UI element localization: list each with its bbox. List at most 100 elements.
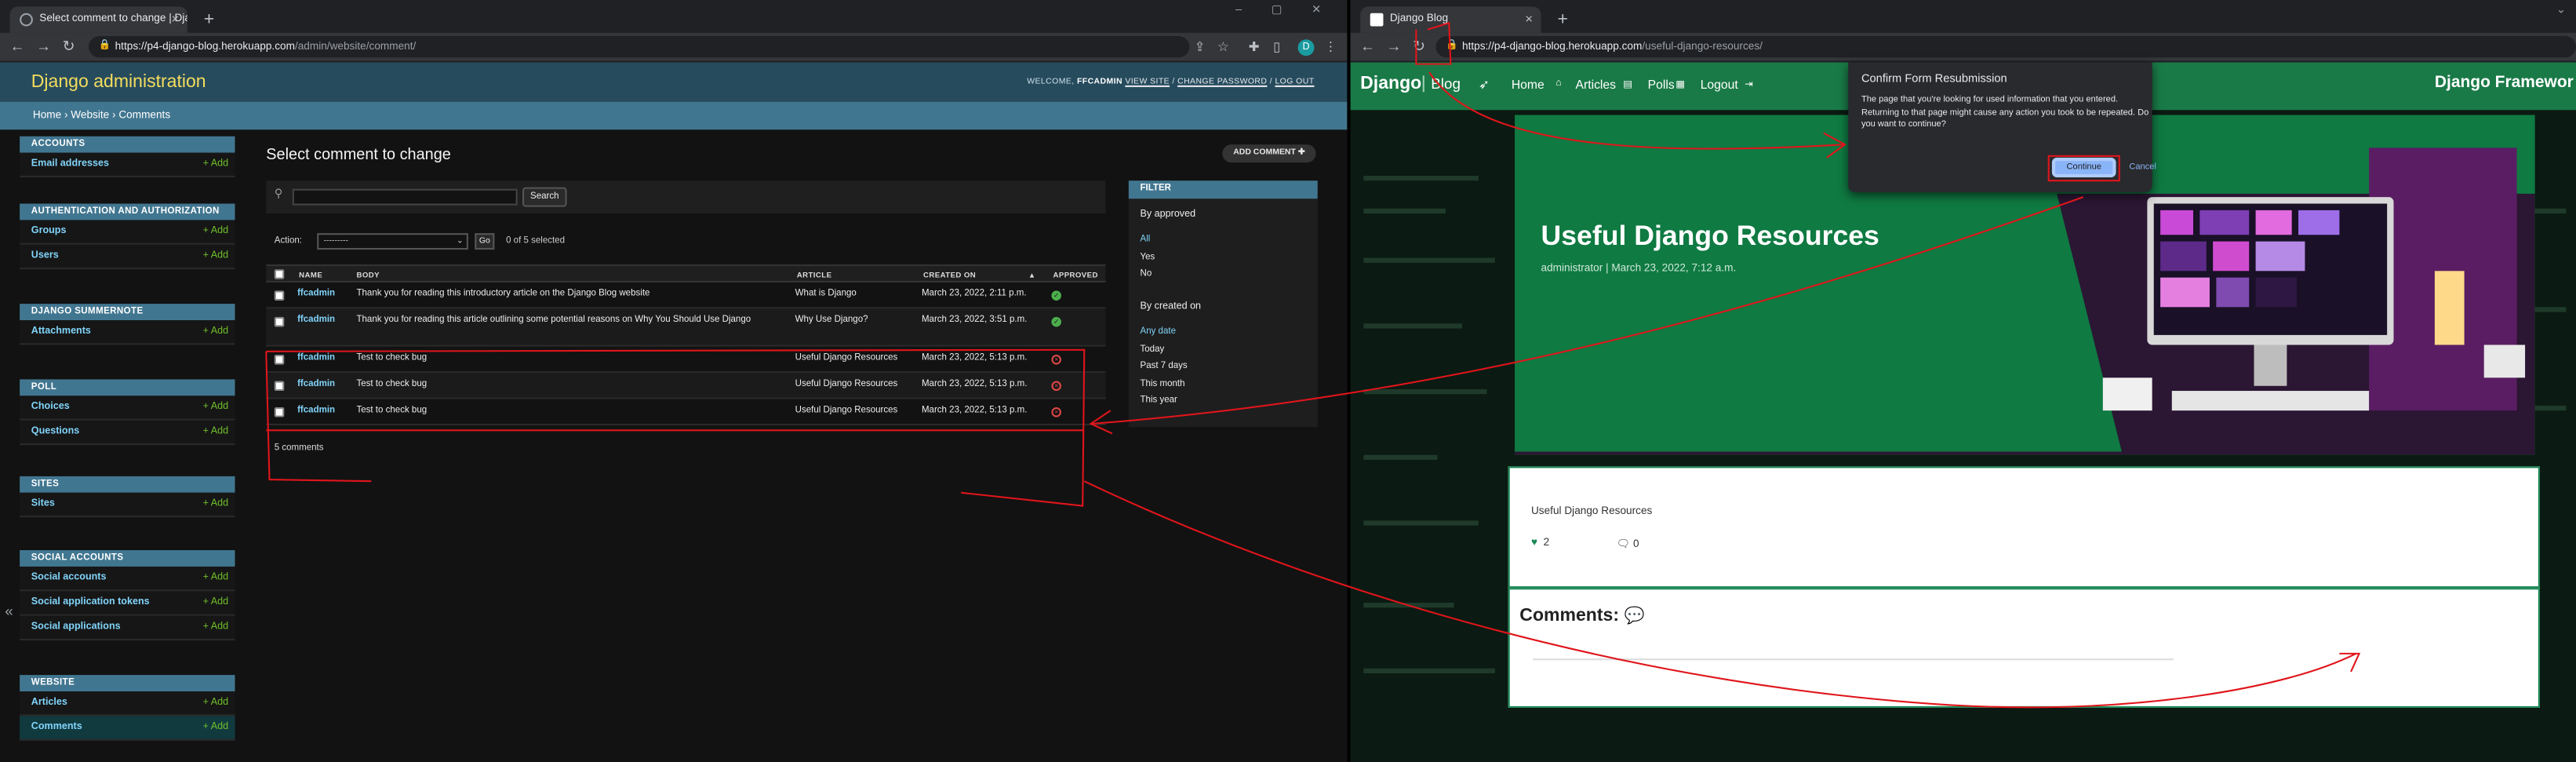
sidebar-item-label[interactable]: Users bbox=[31, 251, 59, 261]
left-active-tab[interactable]: Select comment to change | Dja… × bbox=[9, 6, 187, 33]
nav-polls[interactable]: Polls bbox=[1648, 77, 1675, 92]
change-password-link[interactable]: CHANGE PASSWORD bbox=[1177, 77, 1267, 87]
filter-option[interactable]: Past 7 days bbox=[1141, 361, 1188, 371]
nav-articles[interactable]: Articles bbox=[1576, 77, 1617, 92]
search-button[interactable]: Search bbox=[522, 187, 567, 207]
reload-icon[interactable]: ↻ bbox=[63, 33, 75, 61]
forward-icon[interactable]: → bbox=[36, 33, 51, 61]
col-approved[interactable]: APPROVED bbox=[1053, 271, 1098, 279]
star-icon[interactable]: ☆ bbox=[1217, 33, 1229, 61]
tab-search-icon[interactable]: ⌄ bbox=[2556, 3, 2576, 16]
row-checkbox[interactable] bbox=[274, 290, 285, 301]
heart-icon[interactable]: ♥ bbox=[1531, 537, 1537, 549]
sidebar-item-label[interactable]: Social accounts bbox=[31, 573, 107, 583]
add-link[interactable]: + Add bbox=[203, 493, 229, 517]
comment-author-link[interactable]: ffcadmin bbox=[297, 315, 335, 326]
sidebar-item-label[interactable]: Questions bbox=[31, 427, 79, 437]
nav-logout[interactable]: Logout bbox=[1701, 77, 1738, 92]
row-checkbox[interactable] bbox=[274, 381, 285, 392]
sidebar-module-caption[interactable]: SOCIAL ACCOUNTS bbox=[20, 550, 235, 567]
sidebar-item-label[interactable]: Choices bbox=[31, 403, 70, 413]
cancel-button[interactable]: Cancel bbox=[2129, 158, 2156, 177]
sidebar-item[interactable]: Users + Add bbox=[20, 244, 235, 270]
sidebar-item[interactable]: Articles + Add bbox=[20, 691, 235, 716]
blog-brand-sub[interactable]: Blog bbox=[1422, 75, 1461, 93]
col-name[interactable]: NAME bbox=[299, 271, 322, 279]
row-checkbox[interactable] bbox=[274, 407, 285, 417]
right-active-tab[interactable]: Django Blog × bbox=[1360, 6, 1541, 33]
sidebar-module-caption[interactable]: SITES bbox=[20, 476, 235, 493]
add-link[interactable]: + Add bbox=[203, 616, 229, 640]
new-tab-button[interactable]: + bbox=[204, 6, 214, 32]
reload-icon[interactable]: ↻ bbox=[1413, 33, 1425, 61]
back-icon[interactable]: ← bbox=[1360, 33, 1375, 61]
sidebar-module-caption[interactable]: POLL bbox=[20, 379, 235, 396]
sidebar-item[interactable]: Questions + Add bbox=[20, 420, 235, 446]
sidebar-module-caption[interactable]: AUTHENTICATION AND AUTHORIZATION bbox=[20, 203, 235, 221]
go-button[interactable]: Go bbox=[475, 233, 495, 250]
menu-icon[interactable]: ⋮ bbox=[1324, 33, 1337, 61]
continue-button[interactable]: Continue bbox=[2051, 157, 2116, 178]
search-input[interactable] bbox=[292, 188, 518, 206]
sidebar-item[interactable]: Social applications + Add bbox=[20, 615, 235, 641]
extensions-icon[interactable]: ✚ bbox=[1249, 33, 1260, 61]
view-site-link[interactable]: VIEW SITE bbox=[1125, 77, 1170, 87]
sidepanel-icon[interactable]: ▯ bbox=[1273, 33, 1280, 61]
filter-option[interactable]: Today bbox=[1141, 345, 1165, 355]
add-link[interactable]: + Add bbox=[203, 396, 229, 420]
sidebar-item-label[interactable]: Social application tokens bbox=[31, 598, 150, 608]
row-checkbox[interactable] bbox=[274, 355, 285, 365]
add-link[interactable]: + Add bbox=[203, 153, 229, 177]
sidebar-item[interactable]: Comments + Add bbox=[20, 716, 235, 741]
sidebar-item-label[interactable]: Attachments bbox=[31, 326, 91, 337]
sidebar-module-caption[interactable]: DJANGO SUMMERNOTE bbox=[20, 304, 235, 321]
add-link[interactable]: + Add bbox=[203, 716, 229, 740]
collapse-sidebar-icon[interactable]: « bbox=[5, 603, 13, 619]
add-link[interactable]: + Add bbox=[203, 320, 229, 345]
col-created-on[interactable]: CREATED ON bbox=[923, 271, 976, 279]
select-all-checkbox[interactable] bbox=[274, 269, 285, 279]
comment-author-link[interactable]: ffcadmin bbox=[297, 379, 335, 389]
filter-option[interactable]: Yes bbox=[1141, 253, 1155, 263]
add-link[interactable]: + Add bbox=[203, 421, 229, 445]
sidebar-module-caption[interactable]: WEBSITE bbox=[20, 675, 235, 692]
breadcrumb[interactable]: Home › Website › Comments bbox=[0, 101, 1348, 130]
col-body[interactable]: BODY bbox=[356, 271, 379, 279]
filter-option[interactable]: Any date bbox=[1141, 326, 1176, 337]
forward-icon[interactable]: → bbox=[1387, 33, 1402, 61]
sidebar-item-label[interactable]: Groups bbox=[31, 227, 67, 237]
sidebar-item[interactable]: Groups + Add bbox=[20, 220, 235, 245]
sidebar-item[interactable]: Social accounts + Add bbox=[20, 566, 235, 592]
sidebar-item-label[interactable]: Comments bbox=[31, 723, 82, 733]
row-checkbox[interactable] bbox=[274, 316, 285, 327]
right-address-bar[interactable]: 🔒 https://p4-django-blog.herokuapp.com/u… bbox=[1435, 36, 2576, 58]
sidebar-item-label[interactable]: Social applications bbox=[31, 622, 121, 633]
back-icon[interactable]: ← bbox=[10, 33, 25, 61]
profile-avatar[interactable]: D bbox=[1297, 39, 1315, 57]
sidebar-item-label[interactable]: Articles bbox=[31, 698, 67, 708]
sidebar-item[interactable]: Social application tokens + Add bbox=[20, 591, 235, 616]
close-tab-icon[interactable]: × bbox=[172, 6, 180, 32]
sidebar-item-label[interactable]: Sites bbox=[31, 499, 55, 509]
blog-brand[interactable]: Django bbox=[1360, 74, 1421, 93]
add-comment-button[interactable]: ADD COMMENT ✚ bbox=[1222, 144, 1316, 163]
add-link[interactable]: + Add bbox=[203, 220, 229, 244]
sidebar-item-label[interactable]: Email addresses bbox=[31, 159, 109, 170]
filter-option[interactable]: This month bbox=[1141, 379, 1185, 389]
add-link[interactable]: + Add bbox=[203, 245, 229, 269]
admin-brand[interactable]: Django administration bbox=[31, 72, 206, 92]
comment-author-link[interactable]: ffcadmin bbox=[297, 289, 335, 299]
close-tab-icon[interactable]: × bbox=[1525, 6, 1533, 32]
col-article[interactable]: ARTICLE bbox=[797, 271, 832, 279]
sidebar-item[interactable]: Email addresses + Add bbox=[20, 152, 235, 178]
filter-option[interactable]: This year bbox=[1141, 396, 1177, 406]
window-controls[interactable]: – ▢ ✕ bbox=[1235, 3, 1334, 16]
comment-author-link[interactable]: ffcadmin bbox=[297, 353, 335, 363]
filter-option[interactable]: All bbox=[1141, 235, 1151, 245]
add-link[interactable]: + Add bbox=[203, 567, 229, 591]
filter-option[interactable]: No bbox=[1141, 269, 1152, 279]
left-address-bar[interactable]: 🔒 https://p4-django-blog.herokuapp.com/a… bbox=[89, 36, 1190, 58]
add-link[interactable]: + Add bbox=[203, 591, 229, 615]
sidebar-item[interactable]: Sites + Add bbox=[20, 492, 235, 518]
log-out-link[interactable]: LOG OUT bbox=[1275, 77, 1314, 87]
